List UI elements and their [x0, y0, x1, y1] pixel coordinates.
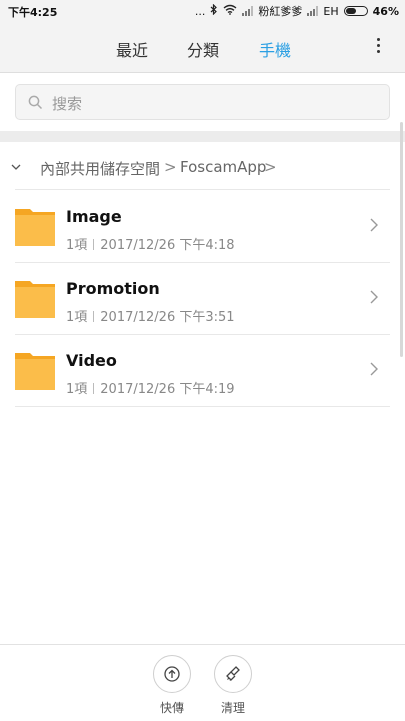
quick-transfer-label: 快傳: [159, 701, 184, 715]
list-item[interactable]: Promotion 1項 2017/12/26 下午3:51: [0, 262, 405, 334]
folder-name: Promotion: [66, 279, 160, 298]
status-bar: 下午4:25 ... 粉紅爹爹 EH 46%: [0, 0, 405, 22]
breadcrumb-item-storage[interactable]: 內部共用儲存空間: [40, 158, 160, 179]
folder-icon: [15, 353, 55, 390]
carrier-name: 粉紅爹爹: [258, 5, 303, 18]
search-input[interactable]: 搜索: [15, 84, 390, 120]
folder-meta: 1項 2017/12/26 下午4:18: [66, 238, 235, 253]
status-icons: ... 粉紅爹爹 EH 46%: [195, 3, 399, 19]
section-divider: [0, 131, 405, 142]
chevron-right-icon: [370, 290, 378, 304]
chevron-down-icon[interactable]: [10, 161, 22, 173]
chevron-right-icon: [370, 362, 378, 376]
more-vert-icon[interactable]: [375, 38, 381, 53]
folder-meta: 1項 2017/12/26 下午3:51: [66, 310, 235, 325]
network-type: EH: [323, 4, 339, 18]
folder-name: Video: [66, 351, 117, 370]
bluetooth-icon: [210, 3, 218, 18]
scrollbar[interactable]: [400, 122, 403, 357]
breadcrumb-item-foscamapp[interactable]: FoscamApp: [180, 158, 266, 176]
chevron-right-icon: [370, 218, 378, 232]
folder-icon: [15, 281, 55, 318]
tab-recent[interactable]: 最近: [116, 37, 148, 61]
tab-phone[interactable]: 手機: [259, 37, 291, 61]
folder-name: Image: [66, 207, 122, 226]
battery-icon: [343, 6, 368, 16]
folder-icon: [15, 209, 55, 246]
status-time: 下午4:25: [8, 6, 58, 19]
battery-percent: 46%: [372, 4, 399, 18]
quick-transfer-button[interactable]: 快傳: [152, 655, 192, 716]
broom-icon: [214, 655, 252, 693]
tab-category[interactable]: 分類: [187, 37, 219, 61]
clean-button[interactable]: 清理: [213, 655, 253, 716]
notification-dots: ...: [194, 4, 206, 18]
clean-label: 清理: [220, 701, 245, 715]
wifi-icon: [223, 4, 237, 18]
signal-icon: [242, 6, 254, 16]
search-icon: [28, 95, 43, 110]
list-item[interactable]: Video 1項 2017/12/26 下午4:19: [0, 334, 405, 406]
breadcrumb: 內部共用儲存空間 > FoscamApp >: [0, 150, 405, 186]
divider: [15, 406, 390, 407]
list-item[interactable]: Image 1項 2017/12/26 下午4:18: [0, 190, 405, 262]
signal-icon-2: [307, 6, 319, 16]
breadcrumb-separator-2: >: [264, 158, 277, 176]
top-tab-bar: 最近 分類 手機: [0, 22, 405, 73]
breadcrumb-separator: >: [164, 158, 177, 176]
folder-meta: 1項 2017/12/26 下午4:19: [66, 382, 235, 397]
search-placeholder: 搜索: [52, 95, 83, 113]
upload-circle-icon: [153, 655, 191, 693]
bottom-action-bar: 快傳 清理: [0, 644, 405, 721]
